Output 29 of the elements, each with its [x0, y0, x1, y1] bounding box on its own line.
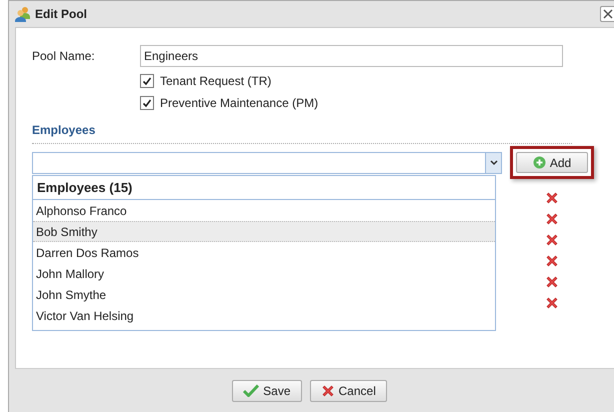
checkbox-label: Preventive Maintenance (PM): [160, 95, 318, 112]
pool-name-field[interactable]: Engineers: [140, 45, 563, 67]
delete-icon[interactable]: [545, 191, 559, 205]
section-heading: Employees: [32, 123, 96, 137]
people-icon: [15, 6, 31, 22]
delete-icon[interactable]: [545, 275, 559, 289]
employee-option[interactable]: Alphonso Franco: [33, 200, 495, 221]
checkbox[interactable]: [140, 74, 154, 88]
checkbox[interactable]: [140, 96, 154, 110]
dropdown-header: Employees (15): [33, 176, 495, 200]
cross-icon: [320, 384, 334, 398]
delete-icon[interactable]: [545, 233, 559, 247]
employee-option[interactable]: Darren Dos Ramos: [33, 242, 495, 263]
checkmark-icon: [243, 384, 260, 397]
checkbox-label: Tenant Request (TR): [160, 73, 272, 90]
employee-option[interactable]: Bob Smithy: [33, 221, 495, 242]
employee-option[interactable]: John Mallory: [33, 263, 495, 284]
close-button[interactable]: [600, 6, 614, 22]
window-title: Edit Pool: [35, 6, 87, 23]
delete-icon[interactable]: [545, 296, 559, 310]
save-button[interactable]: Save: [232, 380, 302, 402]
delete-icon[interactable]: [545, 254, 559, 268]
field-label: Pool Name:: [32, 48, 96, 65]
employee-option[interactable]: John Smythe: [33, 284, 495, 305]
cancel-button[interactable]: Cancel: [310, 380, 387, 402]
plus-icon: [532, 156, 546, 169]
employee-option[interactable]: Victor Van Helsing: [33, 305, 495, 326]
add-button[interactable]: Add: [516, 152, 588, 173]
delete-icon[interactable]: [545, 212, 559, 226]
